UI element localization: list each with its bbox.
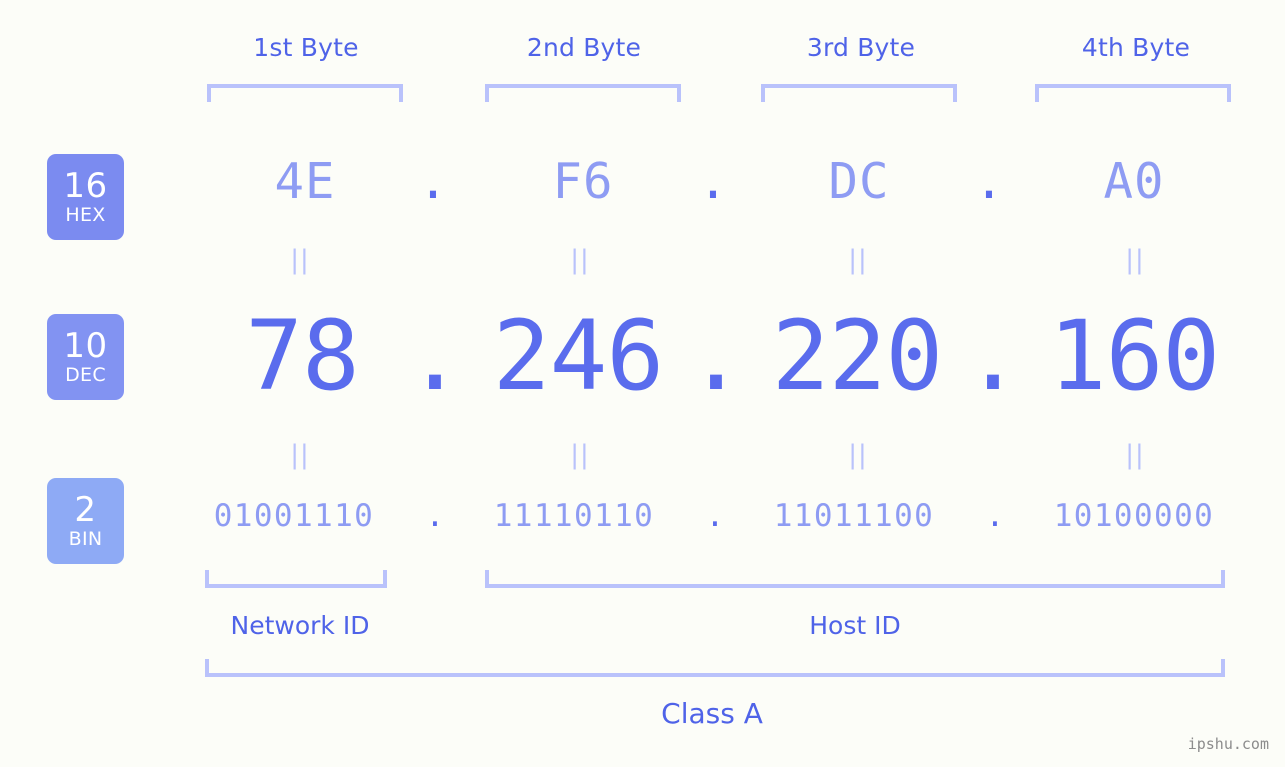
byte-header-2: 2nd Byte [526, 33, 642, 62]
equals-mark-dec-bin-2: || [570, 440, 590, 470]
equals-mark-dec-bin-3: || [848, 440, 868, 470]
bin-separator-2: . [705, 498, 725, 534]
dec-octet-1: 78 [245, 300, 360, 412]
hex-octet-3: DC [828, 153, 890, 210]
radix-badge-dec-number: 10 [63, 326, 108, 366]
hex-separator-2: . [698, 153, 728, 210]
radix-badge-hex-number: 16 [63, 166, 108, 206]
byte-bracket-top-1 [207, 84, 403, 102]
class-bracket [205, 659, 1225, 677]
radix-badge-hex-label: HEX [65, 204, 106, 226]
network-id-bracket [205, 570, 387, 588]
dec-octet-3: 220 [771, 300, 943, 412]
radix-badge-hex: 16 HEX [47, 154, 124, 240]
byte-bracket-top-2 [485, 84, 681, 102]
equals-mark-hex-dec-2: || [570, 245, 590, 275]
dec-octet-4: 160 [1048, 300, 1220, 412]
radix-badge-dec-label: DEC [65, 364, 106, 386]
dec-octet-2: 246 [492, 300, 664, 412]
byte-header-1: 1st Byte [253, 33, 359, 62]
equals-mark-hex-dec-4: || [1125, 245, 1145, 275]
dec-separator-3: . [964, 300, 1022, 412]
bin-octet-2: 11110110 [493, 498, 655, 534]
watermark: ipshu.com [1187, 735, 1269, 753]
hex-separator-1: . [418, 153, 448, 210]
equals-mark-hex-dec-3: || [848, 245, 868, 275]
bin-separator-1: . [425, 498, 445, 534]
hex-octet-4: A0 [1103, 153, 1165, 210]
class-label: Class A [661, 697, 763, 730]
dec-separator-2: . [687, 300, 745, 412]
host-id-bracket [485, 570, 1225, 588]
radix-badge-bin: 2 BIN [47, 478, 124, 564]
bin-separator-3: . [985, 498, 1005, 534]
bin-octet-1: 01001110 [213, 498, 375, 534]
equals-mark-dec-bin-4: || [1125, 440, 1145, 470]
byte-header-4: 4th Byte [1081, 33, 1191, 62]
hex-octet-2: F6 [552, 153, 614, 210]
bin-octet-4: 10100000 [1053, 498, 1215, 534]
equals-mark-hex-dec-1: || [290, 245, 310, 275]
radix-badge-bin-number: 2 [74, 490, 97, 530]
radix-badge-bin-label: BIN [68, 528, 103, 550]
hex-separator-3: . [974, 153, 1004, 210]
host-id-label: Host ID [809, 611, 901, 640]
byte-bracket-top-3 [761, 84, 957, 102]
equals-mark-dec-bin-1: || [290, 440, 310, 470]
radix-badge-dec: 10 DEC [47, 314, 124, 400]
byte-bracket-top-4 [1035, 84, 1231, 102]
network-id-label: Network ID [230, 611, 370, 640]
hex-octet-1: 4E [274, 153, 336, 210]
bin-octet-3: 11011100 [773, 498, 935, 534]
dec-separator-1: . [406, 300, 464, 412]
byte-header-3: 3rd Byte [806, 33, 916, 62]
ip-address-diagram: 1st Byte 2nd Byte 3rd Byte 4th Byte 16 H… [0, 0, 1285, 767]
